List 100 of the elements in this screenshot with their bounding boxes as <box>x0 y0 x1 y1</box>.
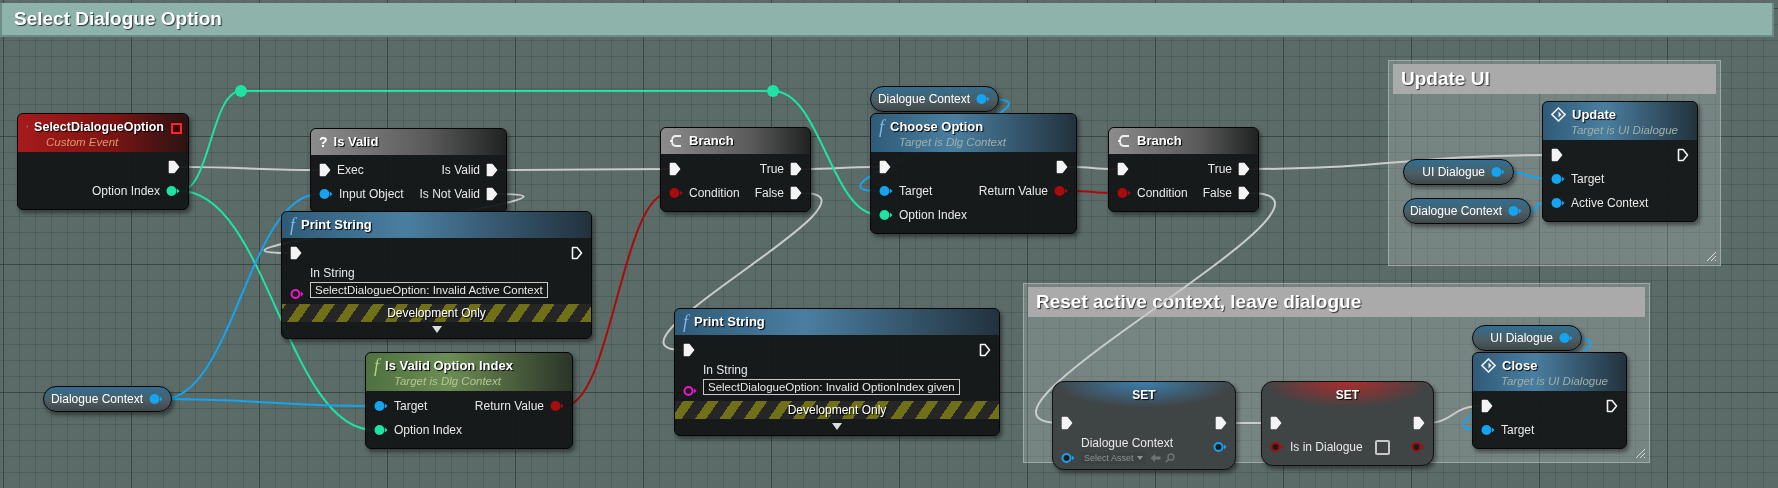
data-pin-icon[interactable] <box>290 288 304 300</box>
exec-pin-icon[interactable] <box>1677 148 1689 162</box>
exec-pin-icon[interactable] <box>1061 416 1073 430</box>
branch-node[interactable]: Branch True Condition False <box>660 127 811 212</box>
pin-label: Active Context <box>1571 196 1649 210</box>
data-pin-icon[interactable] <box>374 424 388 436</box>
data-pin-icon[interactable] <box>879 209 893 221</box>
expand-arrow-icon[interactable] <box>832 423 842 430</box>
node-subtitle: Target is Dlg Context <box>393 375 503 387</box>
node-title: Branch <box>1137 133 1182 148</box>
node-subtitle: Target is UI Dialogue <box>1570 124 1679 136</box>
comment-title: Reset active context, leave dialogue <box>1036 291 1362 313</box>
node-title: Close <box>1502 358 1538 373</box>
comment-title: Update UI <box>1401 68 1490 90</box>
delegate-pin-icon[interactable] <box>171 123 182 134</box>
exec-pin-icon[interactable] <box>1481 399 1493 413</box>
graph-title: Select Dialogue Option <box>14 8 222 30</box>
variable-node[interactable]: UI Dialogue <box>1403 159 1514 185</box>
exec-pin-icon[interactable] <box>319 163 331 177</box>
node-subtitle: Custom Event <box>45 136 120 148</box>
exec-pin-icon[interactable] <box>879 160 891 174</box>
node-title: SelectDialogueOption <box>34 119 164 134</box>
node-title: Print String <box>301 217 372 232</box>
setter-node[interactable]: SET Is in Dialogue <box>1261 381 1434 466</box>
node-title: SET <box>1335 387 1360 402</box>
pure-function-node[interactable]: f Is Valid Option Index Target is Dlg Context Target Return Value Option Index <box>365 352 573 449</box>
exec-pin-icon[interactable] <box>790 186 802 200</box>
data-pin-icon[interactable] <box>1213 441 1227 453</box>
exec-pin-icon[interactable] <box>1238 162 1250 176</box>
data-pin-icon[interactable] <box>166 185 180 197</box>
pin-label: Target <box>394 399 428 413</box>
exec-pin-icon[interactable] <box>790 162 802 176</box>
node-title: Is Valid Option Index <box>385 358 513 373</box>
exec-pin-icon[interactable] <box>571 246 583 260</box>
data-pin-icon[interactable] <box>1551 197 1565 209</box>
exec-pin-icon[interactable] <box>486 163 498 177</box>
pin-label: Target <box>899 184 933 198</box>
macro-node[interactable]: ? Is Valid Exec Is Valid Input Object Is Not Valid <box>310 128 507 213</box>
data-pin-icon[interactable] <box>374 400 388 412</box>
exec-pin-icon[interactable] <box>1238 186 1250 200</box>
data-pin-icon[interactable] <box>1551 173 1565 185</box>
exec-pin-icon[interactable] <box>1056 160 1068 174</box>
reroute-knot[interactable] <box>235 85 247 97</box>
resize-grip-icon[interactable] <box>1705 250 1717 262</box>
node-subtitle: Target is UI Dialogue <box>1500 375 1609 387</box>
pin-label: Return Value <box>474 399 544 413</box>
pin-label: Option Index <box>394 423 463 437</box>
pin-label: Dialogue Context <box>1081 436 1175 450</box>
exec-pin-icon[interactable] <box>669 162 681 176</box>
data-pin-icon[interactable] <box>319 188 333 200</box>
exec-pin-icon[interactable] <box>486 187 498 201</box>
event-node[interactable]: SelectDialogueOption Custom Event Option Index <box>17 113 189 210</box>
exec-pin-icon[interactable] <box>979 343 991 357</box>
function-node[interactable]: f Choose Option Target is Dlg Context Target Return Value Option Index <box>870 113 1077 234</box>
exec-pin-icon[interactable] <box>1270 416 1282 430</box>
exec-pin-icon[interactable] <box>1413 416 1425 430</box>
node-title: Print String <box>694 314 765 329</box>
function-node[interactable]: f Print String In String SelectDialogueOption: Invalid OptionIndex given Development Only <box>674 308 1000 436</box>
exec-pin-icon[interactable] <box>1117 162 1129 176</box>
exec-pin-icon[interactable] <box>683 343 695 357</box>
string-input-field[interactable]: SelectDialogueOption: Invalid OptionIndex given <box>703 379 960 395</box>
variable-node[interactable]: UI Dialogue <box>1472 325 1582 351</box>
string-input-field[interactable]: SelectDialogueOption: Invalid Active Context <box>310 282 548 298</box>
resize-grip-icon[interactable] <box>1634 447 1646 459</box>
variable-node[interactable]: Dialogue Context <box>43 386 172 412</box>
checkbox[interactable] <box>1374 439 1390 455</box>
node-title: Choose Option <box>890 119 984 134</box>
data-pin-icon[interactable] <box>683 385 697 397</box>
data-pin-icon[interactable] <box>879 185 893 197</box>
exec-pin-icon[interactable] <box>1215 416 1227 430</box>
exec-pin-icon[interactable] <box>168 160 180 174</box>
variable-label: Dialogue Context <box>50 392 143 406</box>
pin-label: Target <box>1571 172 1605 186</box>
comment-header[interactable]: Update UI <box>1393 64 1716 94</box>
reroute-knot[interactable] <box>767 85 779 97</box>
data-pin-icon[interactable] <box>1061 452 1075 464</box>
pin-label: True <box>759 162 784 176</box>
pin-label: Return Value <box>978 184 1048 198</box>
exec-pin-icon[interactable] <box>290 246 302 260</box>
question-icon: ? <box>319 132 328 151</box>
data-pin-icon[interactable] <box>1481 424 1495 436</box>
function-icon: f <box>879 117 884 136</box>
pin-label: Condition <box>689 186 740 200</box>
banner-label: Development Only <box>787 403 887 417</box>
function-node[interactable]: Update Target is UI Dialogue Target Active Context <box>1542 101 1698 222</box>
variable-node[interactable]: Dialogue Context <box>1403 198 1531 224</box>
pin-label: Is Valid <box>441 163 480 177</box>
exec-pin-icon[interactable] <box>1551 148 1563 162</box>
variable-label: Dialogue Context <box>877 92 970 106</box>
function-node[interactable]: f Print String In String SelectDialogueOption: Invalid Active Context Development Only <box>281 211 592 339</box>
variable-label: UI Dialogue <box>1422 165 1485 179</box>
setter-node[interactable]: SET Dialogue Context Select Asset <box>1052 381 1236 470</box>
branch-node[interactable]: Branch True Condition False <box>1108 127 1259 212</box>
variable-label: UI Dialogue <box>1490 331 1553 345</box>
pin-label: Is in Dialogue <box>1290 440 1363 454</box>
exec-pin-icon[interactable] <box>1606 399 1618 413</box>
variable-node[interactable]: Dialogue Context <box>870 86 999 112</box>
expand-arrow-icon[interactable] <box>431 326 442 333</box>
function-icon: f <box>683 312 688 331</box>
function-node[interactable]: Close Target is UI Dialogue Target <box>1472 352 1627 449</box>
